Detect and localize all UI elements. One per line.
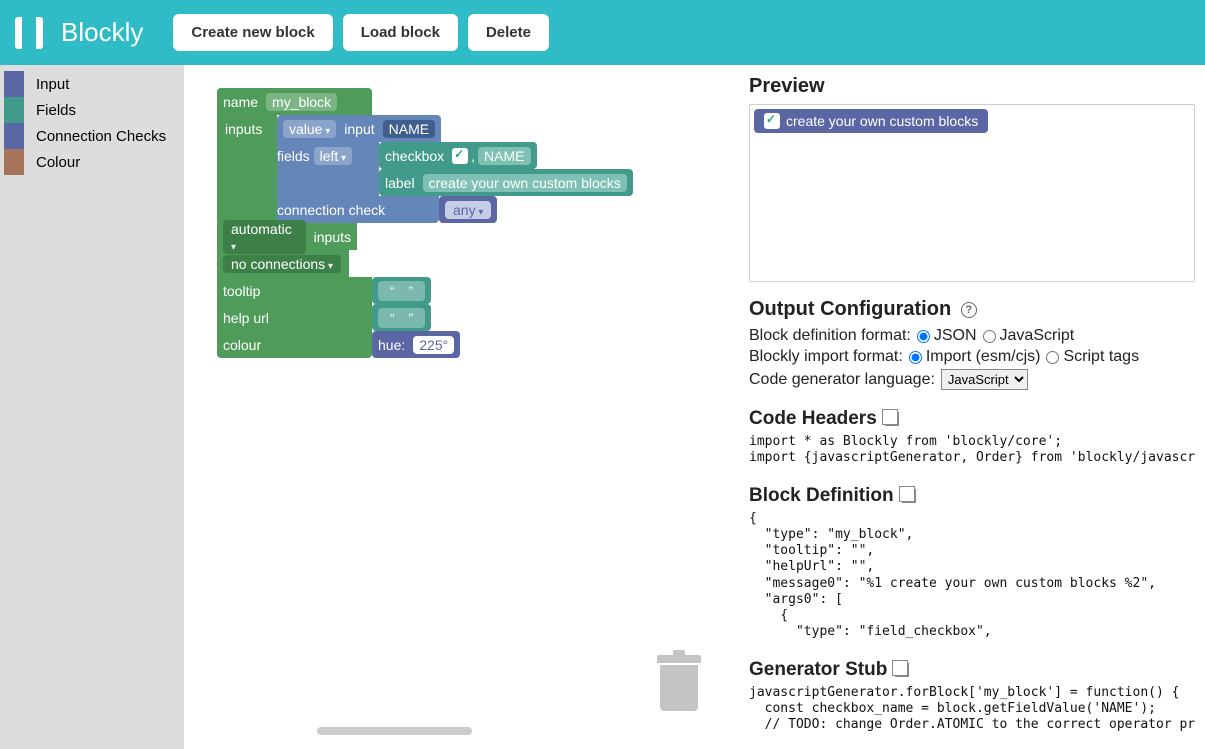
block-definition-code[interactable]: { "type": "my_block", "tooltip": "", "he…: [749, 511, 1195, 641]
inputs-word: inputs: [314, 229, 351, 245]
hue-label: hue:: [378, 337, 405, 353]
row-tooltip[interactable]: tooltip “ ”: [217, 277, 633, 304]
category-color-swatch: [4, 123, 24, 149]
create-block-button[interactable]: Create new block: [173, 14, 332, 51]
sidebar-item-input[interactable]: Input: [0, 71, 184, 97]
fields-align-dropdown[interactable]: left: [314, 147, 353, 165]
connections-dropdown[interactable]: no connections: [223, 255, 341, 273]
radio-json[interactable]: JSON: [917, 327, 977, 345]
output-config-heading: Output Configuration ?: [749, 298, 1195, 321]
tooltip-text-field[interactable]: “ ”: [378, 281, 425, 301]
app-title: Blockly: [61, 17, 143, 48]
name-label: name: [223, 94, 258, 110]
row-inputs[interactable]: inputs value input NAME: [217, 115, 633, 142]
category-color-swatch: [4, 149, 24, 175]
code-headers-code[interactable]: import * as Blockly from 'blockly/core';…: [749, 434, 1195, 467]
colour-label: colour: [223, 337, 261, 353]
row-help-url[interactable]: help url “ ”: [217, 304, 633, 331]
blockly-logo-icon: [15, 17, 43, 49]
inputs-label: inputs: [217, 115, 277, 142]
cfg-import-format: Blockly import format: Import (esm/cjs) …: [749, 348, 1195, 366]
hue-value-field[interactable]: 225°: [413, 336, 454, 354]
category-color-swatch: [4, 97, 24, 123]
row-colour[interactable]: colour hue: 225°: [217, 331, 633, 358]
blockly-workspace[interactable]: name my_block inputs value input NAME: [184, 65, 739, 749]
row-automatic-inputs[interactable]: automatic inputs: [217, 223, 357, 250]
sidebar-item-label: Colour: [36, 154, 80, 171]
sidebar-item-label: Fields: [36, 102, 76, 119]
category-sidebar: Input Fields Connection Checks Colour: [0, 65, 184, 749]
checkbox-label: checkbox: [385, 148, 444, 164]
help-url-text-field[interactable]: “ ”: [378, 308, 425, 328]
app-header: Blockly Create new block Load block Dele…: [0, 0, 1205, 65]
sidebar-item-fields[interactable]: Fields: [0, 97, 184, 123]
preview-block[interactable]: create your own custom blocks: [754, 109, 988, 133]
tooltip-label: tooltip: [223, 283, 260, 299]
sidebar-item-label: Connection Checks: [36, 128, 166, 145]
radio-import-esm[interactable]: Import (esm/cjs): [909, 348, 1041, 366]
checkbox-name-field[interactable]: NAME: [478, 147, 530, 165]
preview-checkbox[interactable]: [764, 113, 780, 129]
help-url-label: help url: [223, 310, 269, 326]
checkbox-field[interactable]: [452, 148, 468, 164]
category-color-swatch: [4, 71, 24, 97]
radio-javascript[interactable]: JavaScript: [983, 327, 1075, 345]
copy-icon[interactable]: [885, 412, 899, 426]
radio-script-tags[interactable]: Script tags: [1046, 348, 1139, 366]
label-keyword: label: [385, 175, 415, 191]
automatic-dropdown[interactable]: automatic: [223, 220, 306, 254]
factory-block[interactable]: name my_block inputs value input NAME: [217, 88, 633, 358]
sidebar-item-label: Input: [36, 76, 69, 93]
code-headers-heading: Code Headers: [749, 408, 1195, 430]
delete-block-button[interactable]: Delete: [468, 14, 549, 51]
trash-icon[interactable]: [657, 655, 701, 713]
any-dropdown[interactable]: any: [445, 201, 491, 219]
row-no-connections[interactable]: no connections: [217, 250, 349, 277]
connection-check-label: connection check: [277, 202, 385, 218]
workspace-scrollbar-horizontal[interactable]: [317, 727, 472, 735]
preview-box[interactable]: create your own custom blocks: [749, 104, 1195, 282]
row-label[interactable]: label create your own custom blocks: [217, 169, 633, 196]
value-dropdown[interactable]: value: [283, 120, 336, 138]
copy-icon[interactable]: [895, 663, 909, 677]
name-value[interactable]: my_block: [266, 93, 337, 111]
row-name[interactable]: name my_block: [217, 88, 372, 115]
help-icon[interactable]: ?: [961, 302, 977, 318]
block-definition-heading: Block Definition: [749, 485, 1195, 507]
label-text-field[interactable]: create your own custom blocks: [423, 174, 627, 192]
right-panel: Preview create your own custom blocks Ou…: [739, 65, 1205, 749]
load-block-button[interactable]: Load block: [343, 14, 458, 51]
preview-heading: Preview: [749, 75, 1195, 98]
generator-stub-code[interactable]: javascriptGenerator.forBlock['my_block']…: [749, 685, 1195, 734]
cfg-generator-language: Code generator language: JavaScript: [749, 369, 1195, 390]
cfg-block-definition-format: Block definition format: JSON JavaScript: [749, 327, 1195, 345]
preview-block-text: create your own custom blocks: [786, 113, 978, 129]
sidebar-item-colour[interactable]: Colour: [0, 149, 184, 175]
fields-label: fields: [277, 148, 310, 164]
sidebar-item-connection-checks[interactable]: Connection Checks: [0, 123, 184, 149]
copy-icon[interactable]: [902, 489, 916, 503]
input-name-field[interactable]: NAME: [383, 120, 435, 138]
row-fields[interactable]: fields left checkbox , NAME: [217, 142, 633, 169]
generator-stub-heading: Generator Stub: [749, 659, 1195, 681]
generator-language-select[interactable]: JavaScript: [941, 369, 1028, 390]
input-keyword: input: [344, 121, 374, 137]
row-connection-check[interactable]: connection check any: [217, 196, 633, 223]
